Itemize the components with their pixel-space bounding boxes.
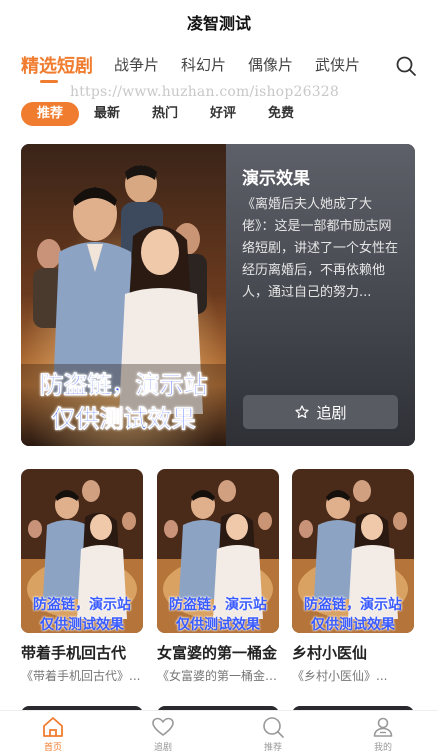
tabbar-following[interactable]: 追剧 [133, 715, 193, 753]
star-icon [295, 405, 310, 419]
drama-description: 《女富婆的第一桶金》... [157, 669, 279, 683]
drama-poster[interactable]: 防盗链，演示站 仅供测试效果 [21, 469, 143, 633]
featured-drama-card[interactable]: 防盗链，演示站 仅供测试效果 演示效果 《离婚后夫人她成了大佬》：这是一部都市励… [21, 144, 415, 446]
featured-description: 《离婚后夫人她成了大佬》：这是一部都市励志网络短剧，讲述了一个女性在经历离婚后，… [242, 197, 399, 300]
drama-description: 《带着手机回古代》... [21, 669, 141, 683]
heart-icon [152, 717, 174, 736]
user-icon [373, 717, 393, 737]
overlay-line-1: 防盗链，演示站 [33, 597, 131, 613]
page-title: 凌智测试 [186, 14, 251, 33]
tabbar-recommend[interactable]: 推荐 [243, 715, 303, 753]
poster-overlay-text: 防盗链，演示站 仅供测试效果 [292, 595, 414, 633]
subtab-latest[interactable]: 最新 [94, 102, 120, 126]
drama-title[interactable]: 乡村小医仙 [292, 642, 414, 663]
follow-drama-label: 追剧 [316, 403, 347, 422]
tabbar-recommend-label: 推荐 [263, 743, 282, 753]
drama-title[interactable]: 女富婆的第一桶金 [157, 642, 279, 663]
subtab-free[interactable]: 免费 [268, 102, 294, 126]
featured-title: 演示效果 [242, 169, 310, 189]
tab-scifi[interactable]: 科幻片 [181, 54, 226, 75]
drama-card[interactable]: 防盗链，演示站 仅供测试效果 带着手机回古代 《带着手机回古代》... [21, 469, 143, 684]
featured-poster[interactable]: 防盗链，演示站 仅供测试效果 [21, 144, 226, 446]
subtab-top-rated[interactable]: 好评 [210, 102, 236, 126]
drama-poster[interactable]: 防盗链，演示站 仅供测试效果 [292, 469, 414, 633]
search-icon [396, 56, 416, 76]
active-tab-indicator [40, 80, 58, 83]
watermark-text: https://www.huzhan.com/ishop26328 [70, 84, 340, 100]
drama-card[interactable]: 防盗链，演示站 仅供测试效果 女富婆的第一桶金 《女富婆的第一桶金》... [157, 469, 279, 684]
tabbar-following-label: 追剧 [153, 743, 172, 753]
tabbar-home-label: 首页 [43, 743, 62, 753]
overlay-line-1: 防盗链，演示站 [39, 370, 208, 400]
overlay-line-2: 仅供测试效果 [311, 617, 395, 633]
tabbar-home[interactable]: 首页 [23, 715, 83, 753]
drama-poster[interactable]: 防盗链，演示站 仅供测试效果 [157, 469, 279, 633]
overlay-line-2: 仅供测试效果 [176, 617, 260, 633]
poster-overlay-text: 防盗链，演示站 仅供测试效果 [21, 368, 226, 436]
bottom-tab-bar: 首页 追剧 推荐 我的 [0, 710, 438, 754]
poster-overlay-text: 防盗链，演示站 仅供测试效果 [157, 595, 279, 633]
overlay-line-1: 防盗链，演示站 [304, 597, 402, 613]
category-tabs: 精选短剧 战争片 科幻片 偶像片 武侠片 [0, 48, 438, 88]
overlay-line-2: 仅供测试效果 [40, 617, 124, 633]
tab-featured-shorts[interactable]: 精选短剧 [21, 52, 93, 78]
tab-idol[interactable]: 偶像片 [248, 54, 293, 75]
tab-wuxia[interactable]: 武侠片 [315, 54, 360, 75]
subtab-hot[interactable]: 热门 [152, 102, 178, 126]
overlay-line-2: 仅供测试效果 [51, 404, 196, 434]
tab-war[interactable]: 战争片 [114, 54, 159, 75]
tabbar-profile[interactable]: 我的 [353, 715, 413, 753]
follow-drama-button[interactable]: 追剧 [243, 395, 398, 429]
drama-title[interactable]: 带着手机回古代 [21, 642, 143, 663]
search-icon [263, 717, 284, 738]
title-bar: 凌智测试 [0, 0, 438, 44]
drama-card[interactable]: 防盗链，演示站 仅供测试效果 乡村小医仙 《乡村小医仙》... [292, 469, 414, 684]
home-icon [43, 717, 63, 737]
tabbar-profile-label: 我的 [373, 743, 392, 753]
poster-overlay-text: 防盗链，演示站 仅供测试效果 [21, 595, 143, 633]
drama-description: 《乡村小医仙》... [292, 669, 388, 683]
subtab-recommended[interactable]: 推荐 [21, 102, 79, 126]
featured-info-panel: 演示效果 《离婚后夫人她成了大佬》：这是一部都市励志网络短剧，讲述了一个女性在经… [226, 144, 415, 446]
overlay-line-1: 防盗链，演示站 [169, 597, 267, 613]
search-button[interactable] [394, 54, 418, 78]
sub-tabs: 推荐 最新 热门 好评 免费 [0, 102, 438, 128]
